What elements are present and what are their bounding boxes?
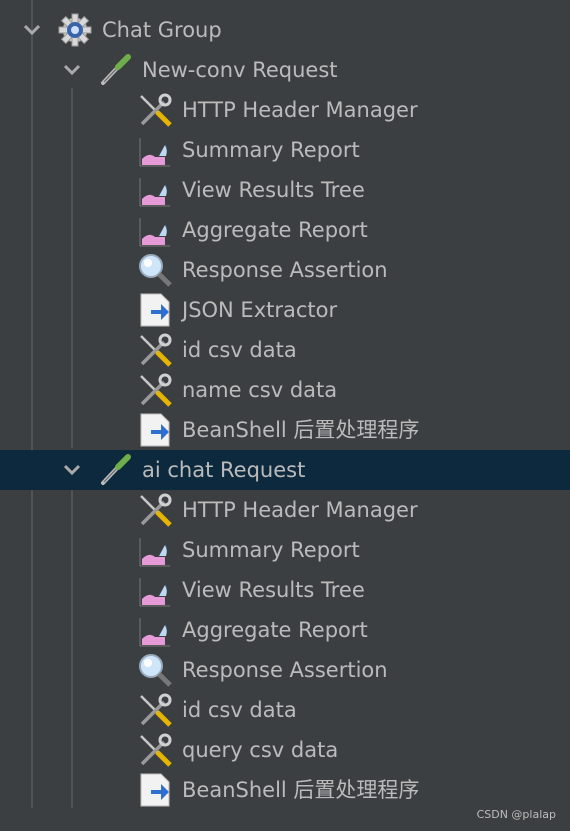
wrench-screwdriver-icon bbox=[137, 92, 173, 128]
node-label: Response Assertion bbox=[182, 658, 388, 682]
listener-chart-icon bbox=[137, 612, 173, 648]
tree-node-thread-group[interactable]: Chat Group bbox=[0, 10, 570, 50]
tree-node-element[interactable]: HTTP Header Manager bbox=[0, 90, 570, 130]
node-label: View Results Tree bbox=[182, 578, 365, 602]
pipette-sampler-icon bbox=[97, 452, 133, 488]
wrench-screwdriver-icon bbox=[137, 332, 173, 368]
magnifier-icon bbox=[137, 652, 173, 688]
tree-node-element[interactable]: query csv data bbox=[0, 730, 570, 770]
watermark: CSDN @plalap bbox=[476, 808, 556, 821]
post-processor-arrow-icon bbox=[137, 412, 173, 448]
tree-node-element[interactable]: View Results Tree bbox=[0, 170, 570, 210]
tree-node-element[interactable]: View Results Tree bbox=[0, 570, 570, 610]
tree-node-element[interactable]: Aggregate Report bbox=[0, 610, 570, 650]
node-label: Summary Report bbox=[182, 538, 360, 562]
tree-node-element[interactable]: BeanShell 后置处理程序 bbox=[0, 770, 570, 810]
tree-node-element[interactable]: Summary Report bbox=[0, 130, 570, 170]
tree-node-element[interactable]: Aggregate Report bbox=[0, 210, 570, 250]
node-label: HTTP Header Manager bbox=[182, 498, 418, 522]
tree-node-element[interactable]: Response Assertion bbox=[0, 650, 570, 690]
tree-node-element[interactable]: id csv data bbox=[0, 330, 570, 370]
chevron-down-icon[interactable] bbox=[22, 20, 42, 40]
post-processor-arrow-icon bbox=[137, 292, 173, 328]
node-label: View Results Tree bbox=[182, 178, 365, 202]
node-label: Summary Report bbox=[182, 138, 360, 162]
tree-node-element[interactable]: BeanShell 后置处理程序 bbox=[0, 410, 570, 450]
listener-chart-icon bbox=[137, 132, 173, 168]
tree-node-element[interactable]: Summary Report bbox=[0, 530, 570, 570]
node-label: Aggregate Report bbox=[182, 218, 368, 242]
wrench-screwdriver-icon bbox=[137, 372, 173, 408]
wrench-screwdriver-icon bbox=[137, 732, 173, 768]
tree-node-element[interactable]: name csv data bbox=[0, 370, 570, 410]
listener-chart-icon bbox=[137, 212, 173, 248]
node-label: Response Assertion bbox=[182, 258, 388, 282]
node-label: BeanShell 后置处理程序 bbox=[182, 418, 420, 442]
node-label: New-conv Request bbox=[142, 58, 338, 82]
magnifier-icon bbox=[137, 252, 173, 288]
wrench-screwdriver-icon bbox=[137, 492, 173, 528]
chevron-down-icon[interactable] bbox=[62, 460, 82, 480]
node-label: id csv data bbox=[182, 698, 297, 722]
node-label: Aggregate Report bbox=[182, 618, 368, 642]
wrench-screwdriver-icon bbox=[137, 692, 173, 728]
listener-chart-icon bbox=[137, 172, 173, 208]
listener-chart-icon bbox=[137, 572, 173, 608]
tree-node-element[interactable]: id csv data bbox=[0, 690, 570, 730]
node-label: BeanShell 后置处理程序 bbox=[182, 778, 420, 802]
thread-group-gear-icon bbox=[57, 12, 93, 48]
node-label: query csv data bbox=[182, 738, 339, 762]
tree-node-sampler[interactable]: New-conv Request bbox=[0, 50, 570, 90]
tree-node-element[interactable]: Response Assertion bbox=[0, 250, 570, 290]
node-label: id csv data bbox=[182, 338, 297, 362]
node-label: ai chat Request bbox=[142, 458, 306, 482]
node-label: Chat Group bbox=[102, 18, 222, 42]
tree-node-element[interactable]: HTTP Header Manager bbox=[0, 490, 570, 530]
chevron-down-icon[interactable] bbox=[62, 60, 82, 80]
node-label: JSON Extractor bbox=[182, 298, 338, 322]
node-label: HTTP Header Manager bbox=[182, 98, 418, 122]
listener-chart-icon bbox=[137, 532, 173, 568]
post-processor-arrow-icon bbox=[137, 772, 173, 808]
tree-node-element[interactable]: JSON Extractor bbox=[0, 290, 570, 330]
pipette-sampler-icon bbox=[97, 52, 133, 88]
tree-node-sampler[interactable]: ai chat Request bbox=[0, 450, 570, 490]
node-label: name csv data bbox=[182, 378, 338, 402]
